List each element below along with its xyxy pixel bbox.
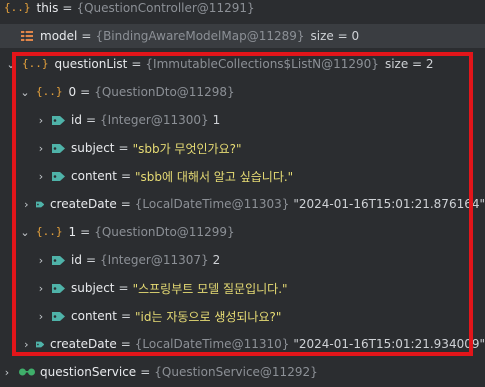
variable-name: content (71, 169, 117, 183)
chevron-right-icon[interactable]: › (36, 310, 46, 323)
variable-row-q1-subject[interactable]: › subject = "스프링부트 모델 질문입니다." (0, 276, 485, 300)
variable-name: subject (71, 281, 115, 295)
chevron-right-icon[interactable]: › (36, 282, 46, 295)
variable-name: id (71, 253, 82, 267)
field-tag-icon (52, 255, 65, 265)
equals-sign: = (118, 141, 129, 155)
variable-value: "sbb에 대해서 알고 싶습니다." (135, 169, 294, 184)
variable-type: {Integer@11300} (100, 113, 209, 127)
variable-name: 1 (68, 225, 77, 239)
variable-row-item-0[interactable]: ⌄ {..} 0 = {QuestionDto@11298} (0, 80, 485, 104)
variable-type: {BindingAwareModelMap@11289} (95, 29, 305, 43)
field-tag-icon (52, 143, 65, 153)
variable-name: createDate (49, 197, 117, 211)
equals-sign: = (62, 1, 73, 15)
field-tag-icon (52, 283, 65, 293)
chevron-right-icon[interactable]: › (2, 366, 12, 379)
variable-name: subject (71, 141, 115, 155)
variable-name: questionList (54, 57, 128, 71)
equals-sign: = (120, 337, 131, 351)
chevron-right-icon[interactable]: › (23, 338, 29, 351)
variable-value: 2 (212, 253, 221, 267)
equals-sign: = (85, 253, 97, 267)
equals-sign: = (120, 169, 132, 183)
variable-value: "스프링부트 모델 질문입니다." (132, 281, 288, 296)
object-braces-icon: {..} (4, 1, 31, 14)
variable-row-q1-content[interactable]: › content = "id는 자동으로 생성되나요?" (0, 304, 485, 328)
field-tag-icon (52, 171, 65, 181)
variable-type: {ImmutableCollections$ListN@11290} (145, 57, 379, 71)
variable-row-q0-createdate[interactable]: › createDate = {LocalDateTime@11303} "20… (0, 192, 485, 216)
variable-name: this (36, 1, 59, 15)
equals-sign: = (131, 57, 142, 71)
object-braces-icon: {..} (36, 225, 63, 238)
variable-type: {QuestionController@11291} (76, 1, 255, 15)
chevron-right-icon[interactable]: › (36, 254, 46, 267)
object-braces-icon: {..} (22, 57, 49, 70)
map-icon (21, 30, 33, 42)
chevron-down-icon[interactable]: ⌄ (20, 86, 30, 99)
variable-row-model[interactable]: model = {BindingAwareModelMap@11289} siz… (0, 24, 485, 48)
field-tag-icon (52, 115, 65, 125)
equals-sign: = (81, 29, 92, 43)
variable-row-q1-id[interactable]: › id = {Integer@11307} 2 (0, 248, 485, 272)
variable-row-q0-id[interactable]: › id = {Integer@11300} 1 (0, 108, 485, 132)
equals-sign: = (120, 197, 131, 211)
chevron-right-icon[interactable]: › (36, 142, 46, 155)
variable-row-this[interactable]: {..} this = {QuestionController@11291} (0, 0, 485, 20)
variable-name: model (40, 29, 78, 43)
variable-name: id (71, 113, 82, 127)
variable-type: {LocalDateTime@11310} (134, 337, 290, 351)
variable-type: {QuestionDto@11298} (94, 85, 235, 99)
chevron-right-icon[interactable]: › (36, 114, 46, 127)
variable-name: content (71, 309, 117, 323)
glasses-icon (19, 368, 35, 376)
variable-value: "id는 자동으로 생성되나요?" (135, 309, 282, 324)
equals-sign: = (80, 225, 91, 239)
chevron-right-icon[interactable]: › (36, 170, 46, 183)
variable-type: {LocalDateTime@11303} (134, 197, 290, 211)
variable-type: {QuestionService@11292} (154, 365, 318, 379)
field-tag-icon (52, 311, 65, 321)
size-label: size = 2 (384, 57, 434, 71)
variable-type: {Integer@11307} (100, 253, 209, 267)
equals-sign: = (85, 113, 97, 127)
variable-value: "2024-01-16T15:01:21.876164" (293, 197, 485, 211)
variable-row-q0-subject[interactable]: › subject = "sbb가 무엇인가요?" (0, 136, 485, 160)
equals-sign: = (118, 281, 129, 295)
field-tag-icon (35, 341, 44, 347)
chevron-down-icon[interactable]: ⌄ (6, 58, 16, 71)
variable-name: questionService (40, 365, 137, 379)
equals-sign: = (140, 365, 151, 379)
variable-row-questionlist[interactable]: ⌄ {..} questionList = {ImmutableCollecti… (0, 52, 485, 76)
variable-name: 0 (68, 85, 77, 99)
size-label: size = 0 (310, 29, 360, 43)
chevron-right-icon[interactable]: › (23, 198, 29, 211)
variable-name: createDate (49, 337, 117, 351)
chevron-down-icon[interactable]: ⌄ (20, 226, 30, 239)
variable-type: {QuestionDto@11299} (94, 225, 235, 239)
variable-value: "sbb가 무엇인가요?" (132, 141, 242, 156)
field-tag-icon (35, 201, 44, 207)
equals-sign: = (120, 309, 132, 323)
variable-row-q1-createdate[interactable]: › createDate = {LocalDateTime@11310} "20… (0, 332, 485, 356)
object-braces-icon: {..} (36, 85, 63, 98)
variable-value: "2024-01-16T15:01:21.934009" (293, 337, 485, 351)
variable-value: 1 (212, 113, 221, 127)
variable-row-item-1[interactable]: ⌄ {..} 1 = {QuestionDto@11299} (0, 220, 485, 244)
variable-row-q0-content[interactable]: › content = "sbb에 대해서 알고 싶습니다." (0, 164, 485, 188)
variable-row-questionservice[interactable]: › questionService = {QuestionService@112… (0, 360, 485, 384)
equals-sign: = (80, 85, 91, 99)
